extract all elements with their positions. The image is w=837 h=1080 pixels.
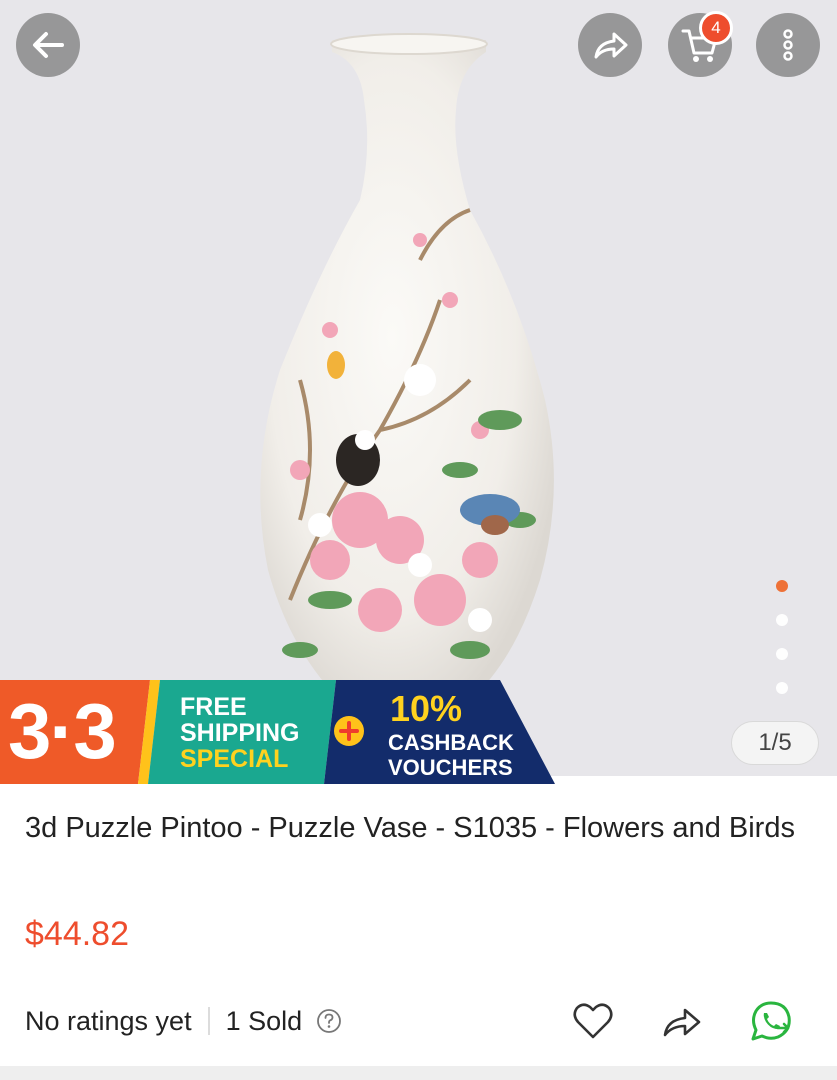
product-image[interactable] xyxy=(0,0,837,776)
back-button[interactable] xyxy=(16,13,80,77)
pagination-dot[interactable] xyxy=(776,580,788,592)
product-title: 3d Puzzle Pintoo - Puzzle Vase - S1035 -… xyxy=(25,812,795,844)
campaign-label: 3·3 xyxy=(8,687,117,775)
arrow-left-icon xyxy=(33,32,64,58)
special-line: SPECIAL xyxy=(180,745,289,773)
cashback-line: CASHBACK xyxy=(388,730,514,755)
share-icon xyxy=(594,32,628,59)
ratings-text[interactable]: No ratings yet xyxy=(25,1006,192,1037)
more-options-button[interactable] xyxy=(756,13,820,77)
question-circle-icon[interactable] xyxy=(316,1008,342,1034)
more-vertical-icon xyxy=(783,29,793,61)
vouchers-line: VOUCHERS xyxy=(388,755,513,780)
plus-icon xyxy=(334,716,364,746)
share-button-top[interactable] xyxy=(578,13,642,77)
cart-count-badge: 4 xyxy=(699,11,733,45)
divider xyxy=(207,1007,210,1035)
product-stats: No ratings yet 1 Sold xyxy=(25,1000,342,1042)
product-price: $44.82 xyxy=(25,915,129,953)
whatsapp-icon[interactable] xyxy=(748,998,794,1044)
heart-icon[interactable] xyxy=(570,998,616,1044)
product-image-gallery[interactable] xyxy=(0,0,837,776)
pagination-dot[interactable] xyxy=(776,648,788,660)
free-shipping-text: FREE SHIPPING SPECIAL xyxy=(180,694,299,772)
cashback-text: CASHBACK VOUCHERS xyxy=(388,730,514,780)
image-page-counter: 1/5 xyxy=(731,721,819,765)
shipping-line: SHIPPING xyxy=(180,719,300,747)
bottom-divider xyxy=(0,1066,837,1080)
gallery-pagination-dots xyxy=(776,580,790,716)
sold-count: 1 Sold xyxy=(225,1005,303,1036)
pagination-dot[interactable] xyxy=(776,682,788,694)
share-icon[interactable] xyxy=(659,998,705,1044)
promo-banner[interactable]: 3·3 FREE SHIPPING SPECIAL 10% CASHBACK V… xyxy=(0,680,560,784)
cashback-percent: 10% xyxy=(390,688,463,729)
pagination-dot[interactable] xyxy=(776,614,788,626)
free-line: FREE xyxy=(180,693,247,721)
